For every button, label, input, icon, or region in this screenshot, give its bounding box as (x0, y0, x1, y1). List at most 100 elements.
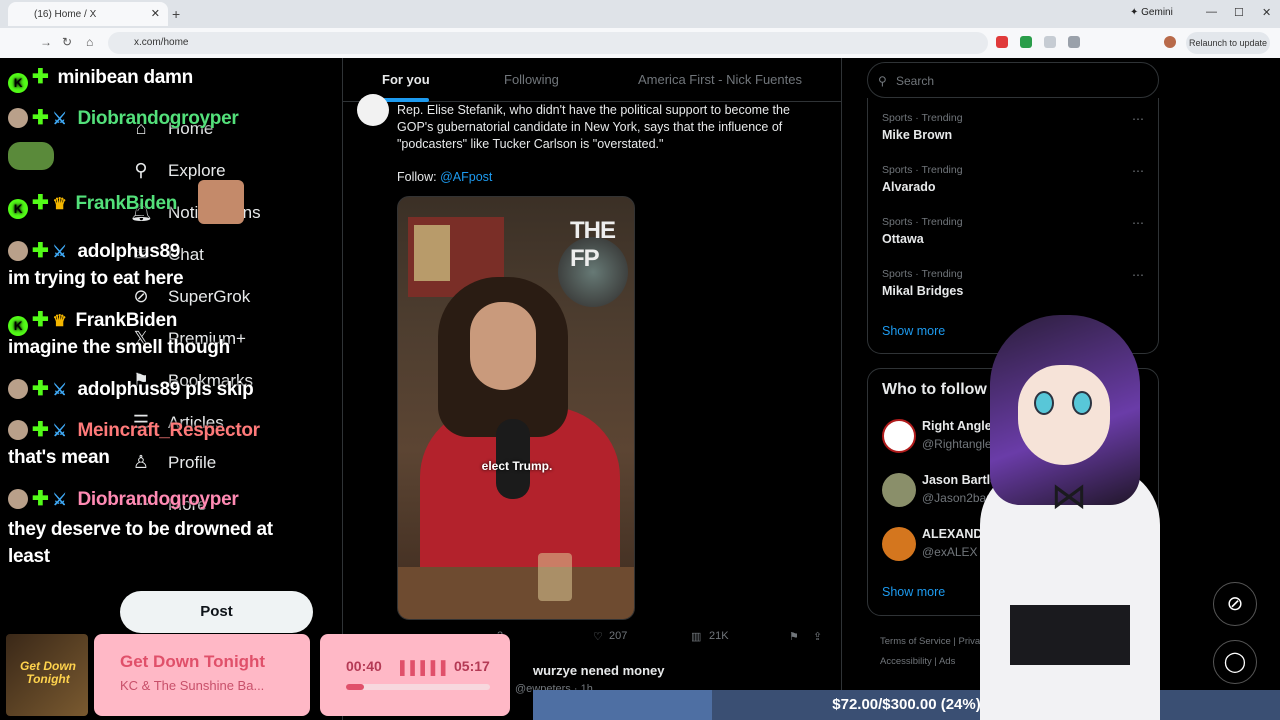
browser-tab[interactable]: (16) Home / X ✕ (8, 2, 168, 26)
trend-name: Alvarado (882, 180, 936, 194)
trend-category: Sports · Trending (882, 268, 963, 280)
trend-name: Ottawa (882, 232, 924, 246)
chat-message: ✚ ⚔ Diobrandogroyper (8, 486, 239, 511)
gemini-button[interactable]: ✦ Gemini (1130, 7, 1173, 18)
trend-more-icon[interactable]: ⋯ (1132, 268, 1144, 282)
profile-avatar[interactable] (1164, 36, 1176, 48)
plus-badge-icon: ✚ (32, 66, 49, 88)
tab-following[interactable]: Following (504, 72, 559, 87)
video-glass (538, 553, 572, 601)
mention-link[interactable]: @AFpost (440, 170, 492, 184)
extension-icon[interactable] (1044, 36, 1056, 48)
browser-chrome: (16) Home / X ✕ + ✦ Gemini — ☐ ✕ → ↻ ⌂ x… (0, 0, 1280, 58)
like-count[interactable]: 207 (609, 630, 627, 642)
show-more-link[interactable]: Show more (882, 585, 945, 599)
chat-text: they deserve to be drowned at least (8, 519, 273, 567)
post-text: Rep. Elise Stefanik, who didn't have the… (397, 103, 790, 151)
tab-for-you[interactable]: For you (382, 72, 430, 87)
chat-text: imagine the smell though (8, 337, 230, 358)
post-button[interactable]: Post (120, 591, 313, 633)
grok-fab-icon[interactable]: ⊘ (1213, 582, 1257, 626)
plus-badge-icon: ✚ (32, 378, 49, 400)
new-tab-button[interactable]: + (172, 6, 180, 22)
user-avatar-badge (8, 379, 28, 399)
messages-fab-icon[interactable]: ◯ (1213, 640, 1257, 684)
trend-more-icon[interactable]: ⋯ (1132, 164, 1144, 178)
chat-username: FrankBiden (75, 193, 178, 214)
crown-badge-icon: ♛ (52, 313, 67, 330)
chat-message: K ✚ minibean damn (8, 64, 193, 93)
plus-badge-icon: ✚ (32, 192, 49, 214)
user-avatar-badge (8, 489, 28, 509)
post-avatar[interactable] (357, 94, 389, 126)
vtuber-eye (1034, 391, 1054, 415)
tab-close-icon[interactable]: ✕ (151, 7, 160, 20)
tab-strip: (16) Home / X ✕ + ✦ Gemini — ☐ ✕ (0, 0, 1280, 28)
video-person-face (470, 302, 536, 390)
nav-profile[interactable]: ♙ Profile (130, 452, 216, 473)
video-table (398, 567, 634, 619)
home-icon[interactable]: ⌂ (86, 35, 93, 49)
video-caption: elect Trump. (481, 459, 553, 473)
avatar (882, 419, 916, 453)
plus-badge-icon: ✚ (32, 488, 49, 510)
minimize-button[interactable]: — (1206, 6, 1217, 18)
tab-title: (16) Home / X (34, 8, 97, 20)
post-video[interactable]: THE FP elect Trump. (397, 196, 635, 620)
back-icon[interactable]: → (40, 35, 52, 49)
maximize-button[interactable]: ☐ (1234, 6, 1244, 19)
chat-message: K ✚ ♛ FrankBiden (8, 190, 177, 219)
chat-message: ✚ ⚔ adolphus89 (8, 238, 180, 263)
avatar (882, 527, 916, 561)
chat-message: K ✚ ♛ FrankBiden (8, 307, 177, 336)
chat-message: ✚ ⚔ Meincraft_Respector (8, 417, 260, 442)
trend-item[interactable]: Sports · Trending Mike Brown (882, 112, 963, 142)
address-bar[interactable]: x.com/home (108, 32, 988, 54)
extensions-puzzle-icon[interactable] (1068, 36, 1080, 48)
browser-toolbar: → ↻ ⌂ x.com/home Relaunch to update (0, 28, 1280, 58)
chat-username: adolphus89 (77, 241, 181, 262)
extension-icon[interactable] (996, 36, 1008, 48)
vtuber-face (1018, 365, 1110, 465)
relaunch-button[interactable]: Relaunch to update (1186, 32, 1270, 54)
close-window-button[interactable]: ✕ (1262, 6, 1271, 19)
tab-list[interactable]: America First - Nick Fuentes (638, 72, 802, 87)
sword-badge-icon: ⚔ (52, 111, 67, 128)
chat-message: ✚ ⚔ Diobrandogroyper (8, 105, 239, 130)
kick-badge-icon: K (8, 316, 28, 336)
bookmark-icon[interactable]: ⚑ (789, 630, 799, 643)
reload-icon[interactable]: ↻ (62, 35, 72, 49)
chat-username: Meincraft_Respector (77, 420, 261, 441)
current-time: 00:40 (346, 658, 382, 674)
trend-name: Mike Brown (882, 128, 953, 142)
like-icon[interactable]: ♡ (593, 630, 603, 643)
extension-icon[interactable] (1020, 36, 1032, 48)
trend-more-icon[interactable]: ⋯ (1132, 112, 1144, 126)
total-time: 05:17 (454, 658, 490, 674)
share-icon[interactable]: ⇪ (813, 630, 822, 643)
trend-more-icon[interactable]: ⋯ (1132, 216, 1144, 230)
song-title: Get Down Tonight (120, 652, 266, 671)
chat-text: damn (143, 67, 193, 88)
main-feed: For you Following America First - Nick F… (342, 58, 842, 720)
plus-badge-icon: ✚ (32, 419, 49, 441)
search-input[interactable]: Search (867, 62, 1159, 98)
show-more-link[interactable]: Show more (882, 324, 945, 338)
next-post-text: wurzye nened money (533, 663, 665, 678)
trend-item[interactable]: Sports · Trending Alvarado (882, 164, 963, 194)
search-icon: ⚲ (878, 74, 887, 88)
views-icon[interactable]: ▥ (691, 630, 701, 643)
album-art: Get Down Tonight (6, 634, 88, 716)
feed-tabs: For you Following America First - Nick F… (343, 58, 841, 102)
plus-badge-icon: ✚ (32, 309, 49, 331)
chat-username: Diobrandogroyper (77, 108, 239, 129)
trend-item[interactable]: Sports · Trending Ottawa (882, 216, 963, 246)
user-avatar-badge (8, 420, 28, 440)
face-emote (198, 180, 244, 224)
trend-category: Sports · Trending (882, 112, 963, 124)
trend-item[interactable]: Sports · Trending Mikal Bridges (882, 268, 963, 298)
search-icon: ⚲ (134, 160, 148, 180)
person-icon: ♙ (132, 452, 150, 472)
views-count[interactable]: 21K (709, 630, 729, 642)
nav-explore[interactable]: ⚲ Explore (130, 160, 225, 181)
